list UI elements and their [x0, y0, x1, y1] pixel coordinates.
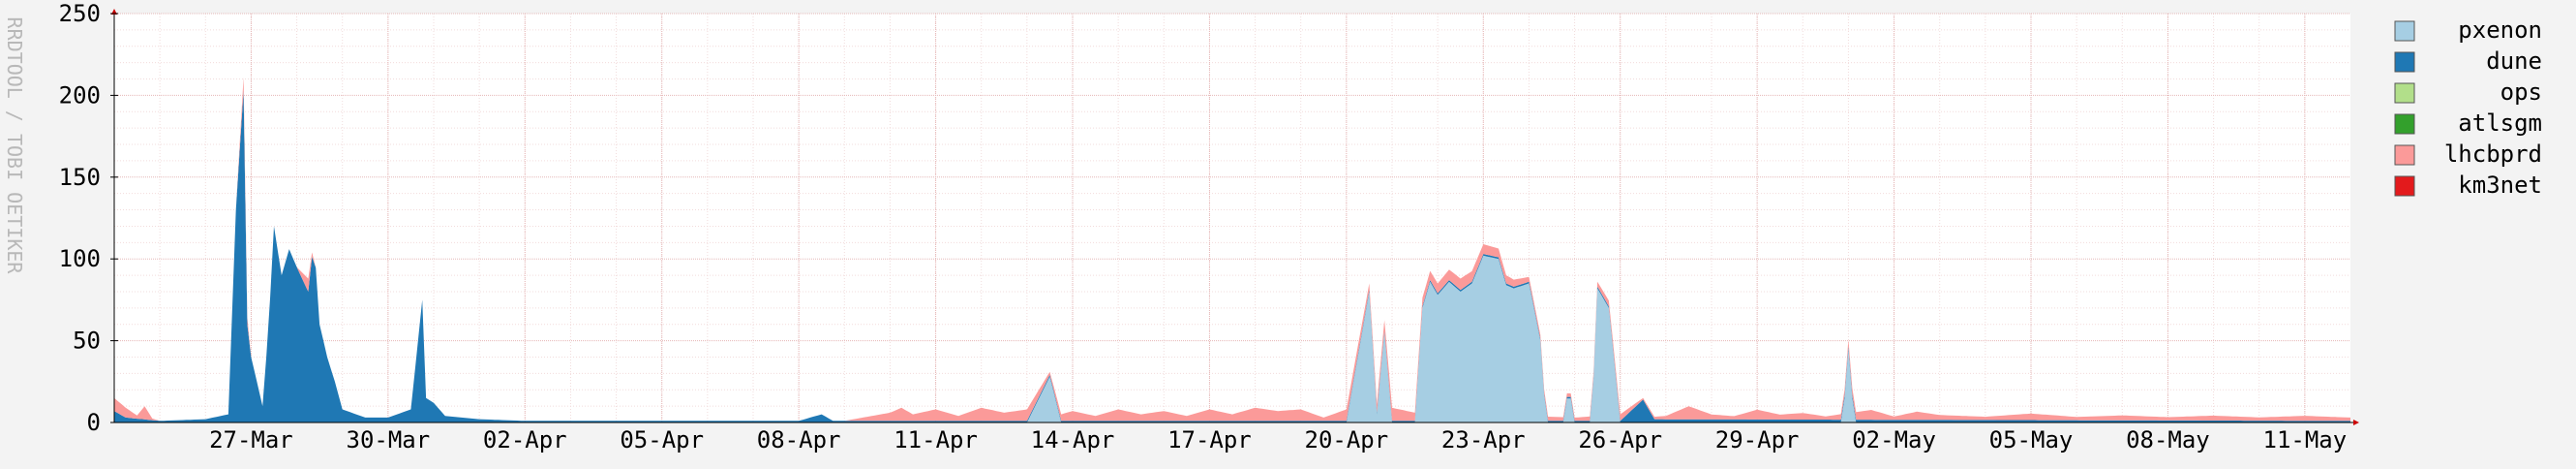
x-tick-label: 17-Apr [1167, 426, 1252, 453]
legend-label-dune: dune [2486, 47, 2542, 75]
legend-swatch-pxenon [2394, 20, 2415, 42]
y-tick-label: 0 [87, 409, 101, 436]
x-tick-label: 05-May [1989, 426, 2074, 453]
chart-root: 0 50 100 150 200 250 27-Mar 30-Mar 02-Apr 05-Apr… [0, 0, 2576, 465]
x-tick-label: 23-Apr [1441, 426, 1526, 453]
x-tick-label: 08-May [2126, 426, 2210, 453]
legend-swatch-atlsgm [2394, 113, 2415, 135]
legend-swatch-dune [2394, 51, 2415, 73]
legend-label-ops: ops [2500, 78, 2542, 106]
x-tick-label: 29-Apr [1715, 426, 1800, 453]
legend-label-atlsgm: atlsgm [2458, 109, 2542, 137]
x-tick-label: 02-Apr [483, 426, 567, 453]
legend-swatch-lhcbprd [2394, 144, 2415, 166]
plot-area [114, 14, 2350, 422]
x-tick-label: 30-Mar [347, 426, 431, 453]
x-tick-label: 11-May [2263, 426, 2348, 453]
legend-swatch-ops [2394, 82, 2415, 104]
x-tick-label: 27-Mar [209, 426, 293, 453]
x-tick-label: 11-Apr [894, 426, 978, 453]
y-tick-label: 250 [59, 0, 101, 27]
legend-label-lhcbprd: lhcbprd [2444, 141, 2542, 168]
x-tick-label: 08-Apr [757, 426, 841, 453]
y-tick-label: 100 [59, 245, 101, 272]
x-tick-label: 05-Apr [620, 426, 704, 453]
x-tick-label: 26-Apr [1578, 426, 1662, 453]
legend-label-pxenon: pxenon [2458, 16, 2542, 44]
y-tick-label: 150 [59, 164, 101, 191]
y-axis-label: RRDTOOL / TOBI OETIKER [3, 17, 26, 275]
y-tick-label: 50 [73, 328, 101, 355]
legend-swatch-km3net [2394, 175, 2415, 197]
x-tick-label: 02-May [1852, 426, 1936, 453]
stacked-area-chart: 0 50 100 150 200 250 27-Mar 30-Mar 02-Apr 05-Apr… [0, 0, 2576, 465]
x-tick-label: 14-Apr [1031, 426, 1115, 453]
y-tick-label: 200 [59, 81, 101, 109]
x-tick-label: 20-Apr [1305, 426, 1389, 453]
legend-label-km3net: km3net [2458, 172, 2542, 199]
